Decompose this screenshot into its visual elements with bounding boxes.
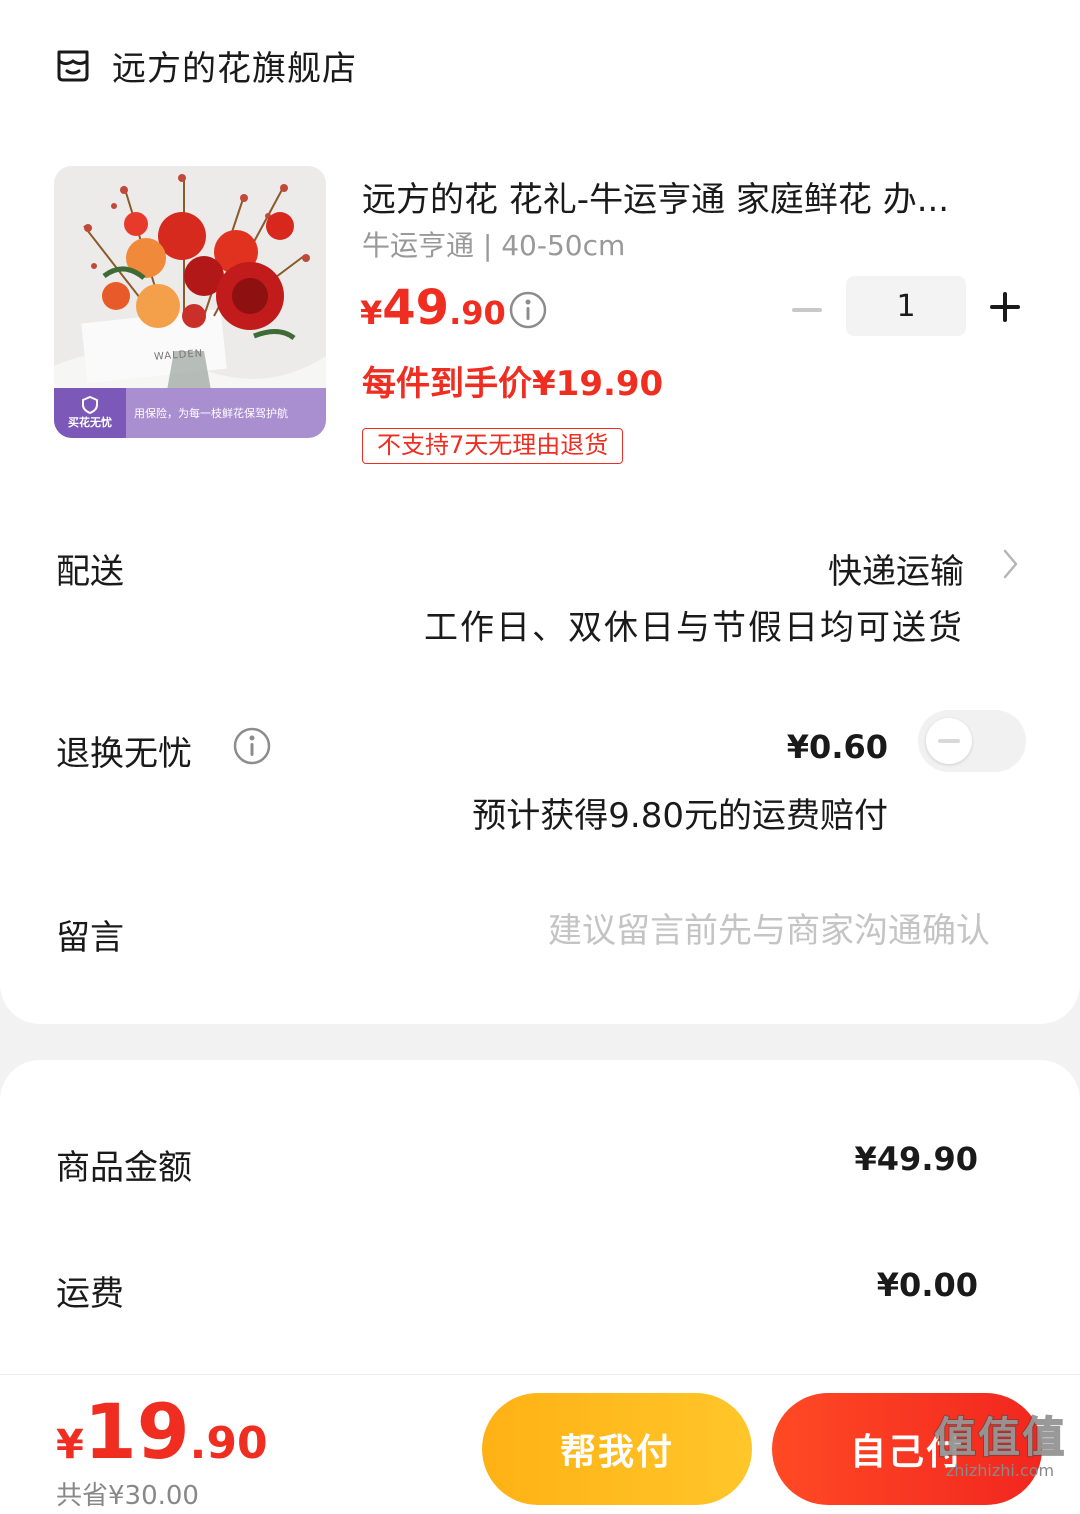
insurance-banner-text: 用保险，为每一枝鲜花保驾护航 — [134, 407, 288, 420]
per-item-price: 每件到手价¥19.90 — [362, 364, 664, 404]
product-image[interactable]: WALDEN 买花无忧 用保险，为每一枝鲜花保驾护航 — [54, 166, 326, 438]
order-card: 远方的花旗舰店 WALDEN 买花无忧 用保险，为每一枝鲜花保驾护航 远方的花 … — [0, 0, 1080, 1024]
help-pay-button[interactable]: 帮我付 — [482, 1393, 752, 1505]
return-insurance-toggle[interactable] — [918, 710, 1026, 772]
total-price: ¥19.90 — [56, 1387, 268, 1476]
quantity-decrease-button[interactable] — [790, 296, 824, 324]
return-insurance-description: 预计获得9.80元的运费赔付 — [472, 796, 888, 836]
store-icon — [57, 50, 89, 82]
delivery-method[interactable]: 快递运输 — [828, 544, 964, 593]
insurance-banner: 买花无忧 用保险，为每一枝鲜花保驾护航 — [54, 388, 326, 438]
return-insurance-price: ¥0.60 — [786, 728, 888, 766]
insurance-badge: 买花无忧 — [54, 388, 126, 438]
no-return-tag: 不支持7天无理由退货 — [362, 428, 624, 464]
checkout-bar: ¥19.90 共省¥30.00 帮我付 自己付 — [0, 1374, 1080, 1514]
chevron-right-icon[interactable] — [1002, 548, 1020, 580]
watermark-url: zhizhizhi.com — [945, 1461, 1055, 1480]
shield-icon — [82, 396, 98, 414]
store-header[interactable]: 远方的花旗舰店 — [54, 40, 357, 90]
saved-amount: 共省¥30.00 — [56, 1481, 199, 1511]
message-input[interactable] — [420, 906, 990, 956]
toggle-knob — [926, 718, 972, 764]
quantity-value[interactable]: 1 — [846, 276, 966, 336]
goods-amount-value: ¥49.90 — [854, 1140, 978, 1178]
store-name: 远方的花旗舰店 — [112, 48, 357, 89]
quantity-increase-button[interactable] — [988, 290, 1022, 324]
price-info-icon[interactable] — [508, 290, 548, 330]
product-price: ¥49.90 — [360, 280, 506, 336]
watermark-logo: 值值值 — [933, 1412, 1066, 1463]
return-info-icon[interactable] — [232, 726, 272, 766]
watermark: 值值值 zhizhizhi.com — [930, 1404, 1070, 1480]
message-label: 留言 — [56, 918, 124, 958]
shipping-fee-label: 运费 — [56, 1274, 124, 1314]
product-spec[interactable]: 牛运亨通 | 40-50cm — [362, 224, 625, 264]
return-insurance-label: 退换无忧 — [56, 734, 192, 774]
product-title[interactable]: 远方的花 花礼-牛运亨通 家庭鲜花 办... — [362, 172, 1022, 221]
delivery-description: 工作日、双休日与节假日均可送货 — [424, 608, 964, 648]
goods-amount-label: 商品金额 — [56, 1148, 192, 1188]
shipping-fee-value: ¥0.00 — [876, 1266, 978, 1304]
delivery-label: 配送 — [56, 552, 124, 592]
